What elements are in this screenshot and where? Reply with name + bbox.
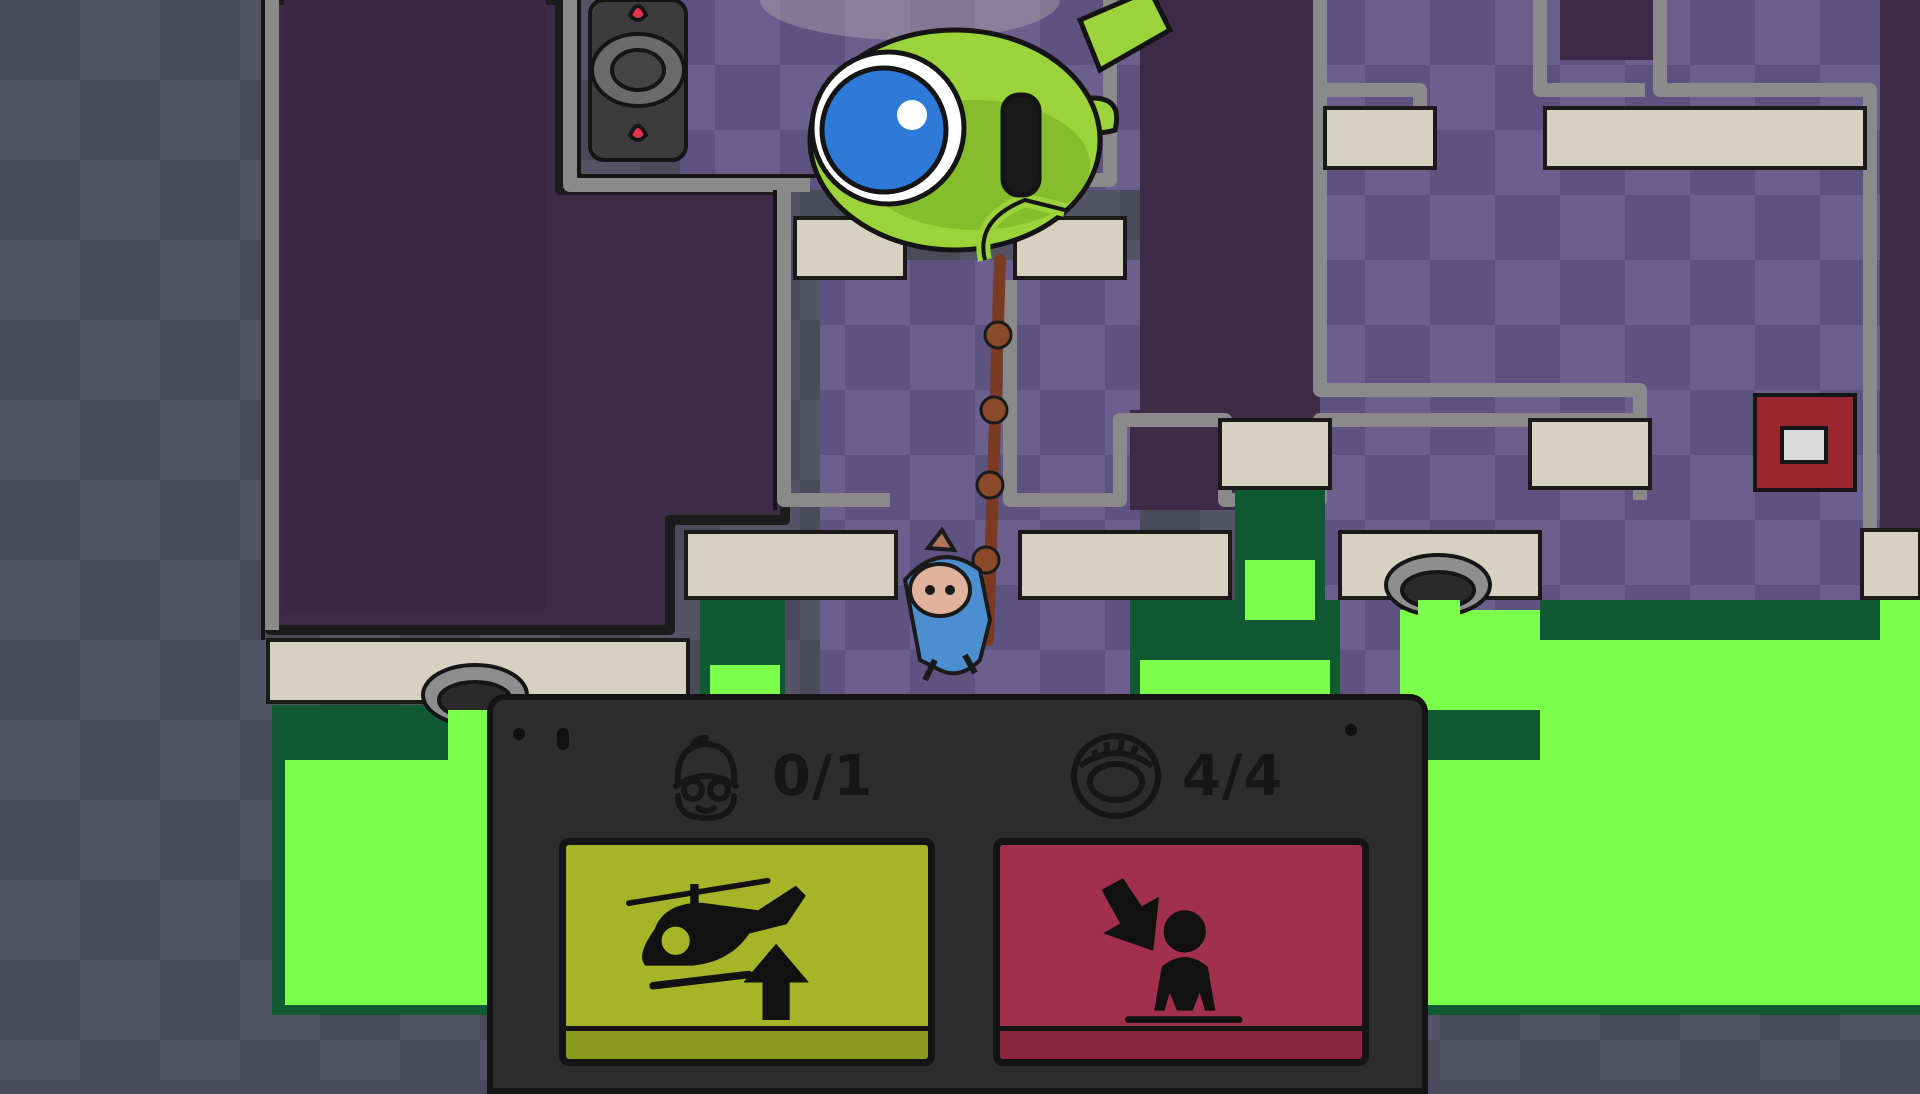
hud-panel: 0/1 4/4 bbox=[487, 694, 1428, 1094]
panel-rivet bbox=[557, 728, 569, 750]
drop-person-icon bbox=[1101, 878, 1243, 1023]
rescued-counter: 0/1 bbox=[656, 728, 873, 824]
lift-up-button[interactable] bbox=[559, 838, 935, 1066]
helicopter-up-icon bbox=[625, 877, 809, 1021]
wall-switch-box bbox=[1753, 393, 1857, 492]
collectibles-counter: 4/4 bbox=[1066, 728, 1283, 824]
rescued-count: 0/1 bbox=[772, 743, 874, 809]
drop-person-button[interactable] bbox=[993, 838, 1369, 1066]
explosive-barrels bbox=[588, 0, 688, 162]
collectibles-count: 4/4 bbox=[1182, 743, 1284, 809]
survivor-face-icon bbox=[673, 735, 739, 821]
ring-icon bbox=[1071, 733, 1161, 819]
panel-rivet bbox=[513, 728, 525, 740]
panel-rivet bbox=[1345, 724, 1357, 736]
